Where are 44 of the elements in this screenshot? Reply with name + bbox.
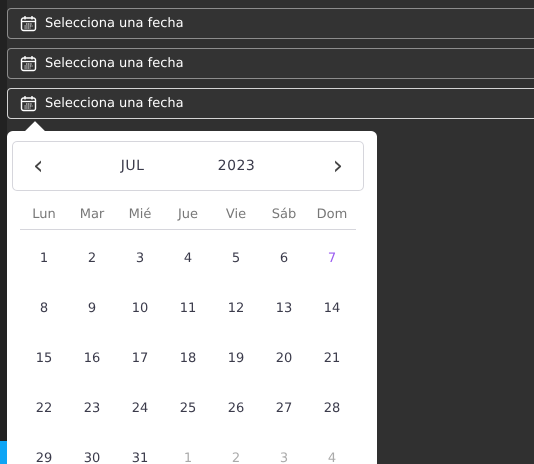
day-cell[interactable]: 12: [212, 283, 260, 333]
day-cell[interactable]: 31: [116, 433, 164, 464]
day-cell[interactable]: 2: [68, 233, 116, 283]
year-label[interactable]: 2023: [218, 158, 256, 174]
day-cell[interactable]: 11: [164, 283, 212, 333]
day-cell[interactable]: 4: [164, 233, 212, 283]
day-cell[interactable]: 6: [260, 233, 308, 283]
date-field[interactable]: Selecciona una fecha: [7, 48, 534, 79]
weekday-label: Mar: [78, 206, 106, 222]
day-cell[interactable]: 10: [116, 283, 164, 333]
day-cell[interactable]: 19: [212, 333, 260, 383]
weekday-label: Sáb: [270, 206, 298, 222]
weekday-label: Vie: [224, 206, 248, 222]
day-cell[interactable]: 18: [164, 333, 212, 383]
weekday-label: Lun: [31, 206, 57, 222]
day-cell[interactable]: 5: [212, 233, 260, 283]
day-cell[interactable]: 9: [68, 283, 116, 333]
day-cell[interactable]: 26: [212, 383, 260, 433]
day-cell[interactable]: 1: [20, 233, 68, 283]
day-cell[interactable]: 8: [20, 283, 68, 333]
day-cell[interactable]: 7: [308, 233, 356, 283]
day-cell[interactable]: 24: [116, 383, 164, 433]
day-cell[interactable]: 30: [68, 433, 116, 464]
month-label[interactable]: JUL: [120, 158, 144, 174]
day-cell[interactable]: 27: [260, 383, 308, 433]
weekday-label: Mié: [128, 206, 152, 222]
date-field[interactable]: Selecciona una fecha: [7, 8, 534, 39]
day-cell[interactable]: 20: [260, 333, 308, 383]
day-cell[interactable]: 21: [308, 333, 356, 383]
day-cell[interactable]: 17: [116, 333, 164, 383]
day-cell[interactable]: 3: [116, 233, 164, 283]
day-cell[interactable]: 22: [20, 383, 68, 433]
previous-month-button[interactable]: ‹: [29, 153, 48, 179]
day-cell[interactable]: 16: [68, 333, 116, 383]
day-cell[interactable]: 28: [308, 383, 356, 433]
weekday-label: Dom: [316, 206, 348, 222]
day-cell[interactable]: 15: [20, 333, 68, 383]
day-cell[interactable]: 13: [260, 283, 308, 333]
day-cell[interactable]: 29: [20, 433, 68, 464]
day-cell[interactable]: 23: [68, 383, 116, 433]
day-cell[interactable]: 25: [164, 383, 212, 433]
weekday-label: Jue: [176, 206, 200, 222]
next-month-button[interactable]: ›: [328, 153, 347, 179]
day-cell[interactable]: 14: [308, 283, 356, 333]
